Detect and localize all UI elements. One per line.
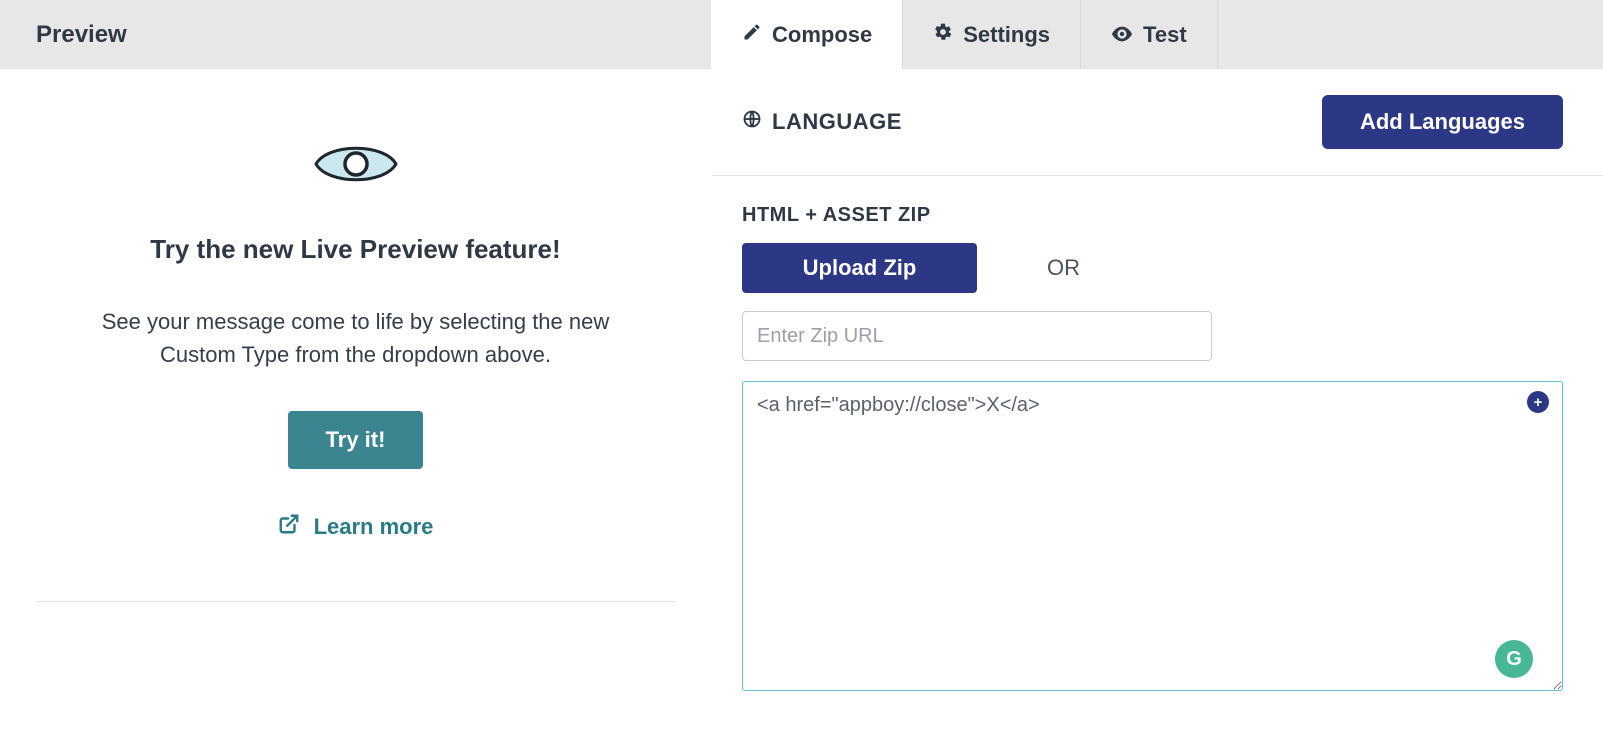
code-editor-wrap: + G [742, 381, 1563, 696]
add-languages-button[interactable]: Add Languages [1322, 95, 1563, 149]
preview-description: See your message come to life by selecti… [66, 305, 646, 371]
compose-body: HTML + ASSET ZIP Upload Zip OR + G [712, 176, 1603, 716]
html-asset-label: HTML + ASSET ZIP [742, 204, 1563, 227]
gear-icon [933, 22, 953, 48]
preview-heading: Try the new Live Preview feature! [150, 234, 560, 265]
g-icon: G [1506, 648, 1522, 671]
external-link-icon [278, 513, 300, 541]
divider [36, 601, 676, 602]
preview-body: Try the new Live Preview feature! See yo… [0, 69, 711, 755]
language-label-group: LANGUAGE [742, 109, 902, 135]
tab-test-label: Test [1143, 22, 1187, 48]
add-snippet-button[interactable]: + [1527, 391, 1549, 413]
editor-pane: Compose Settings Test LANGUAGE [711, 0, 1603, 755]
plus-icon: + [1534, 394, 1543, 411]
language-bar: LANGUAGE Add Languages [712, 69, 1603, 176]
try-it-button[interactable]: Try it! [288, 411, 424, 469]
eye-icon [314, 139, 398, 194]
preview-pane: Preview Try the new Live Preview feature… [0, 0, 711, 755]
tab-settings-label: Settings [963, 22, 1050, 48]
learn-more-label: Learn more [314, 514, 434, 540]
tab-test[interactable]: Test [1081, 0, 1218, 69]
learn-more-link[interactable]: Learn more [278, 513, 434, 541]
language-label: LANGUAGE [772, 109, 902, 135]
html-code-textarea[interactable] [742, 381, 1563, 691]
upload-zip-button[interactable]: Upload Zip [742, 243, 977, 293]
or-label: OR [1047, 255, 1080, 281]
tab-compose-label: Compose [772, 22, 872, 48]
upload-row: Upload Zip OR [742, 243, 1563, 293]
preview-title: Preview [36, 21, 127, 49]
pencil-icon [742, 22, 762, 48]
tab-settings[interactable]: Settings [903, 0, 1081, 69]
grammarly-badge[interactable]: G [1495, 640, 1533, 678]
eye-small-icon [1111, 22, 1133, 48]
tabs-bar: Compose Settings Test [712, 0, 1603, 69]
zip-url-input[interactable] [742, 311, 1212, 361]
preview-header: Preview [0, 0, 711, 69]
tab-compose[interactable]: Compose [712, 0, 903, 69]
globe-icon [742, 109, 762, 135]
